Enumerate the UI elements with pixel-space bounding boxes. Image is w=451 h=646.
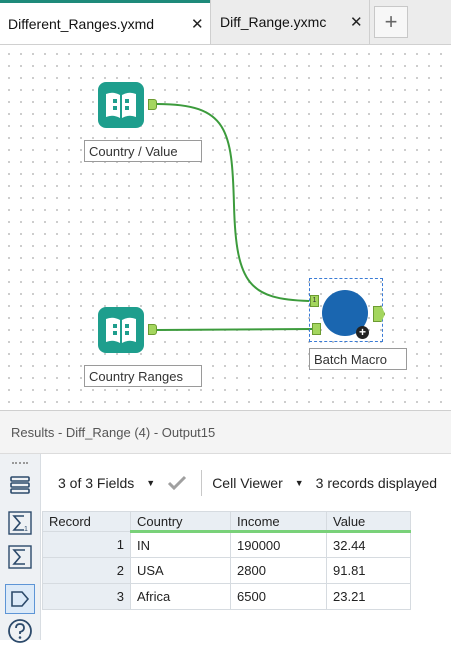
tool-label-country-value: Country / Value — [84, 140, 202, 162]
results-table: Record Country Income Value 1 IN 190000 … — [42, 511, 411, 610]
output-anchor[interactable] — [148, 324, 157, 335]
svg-text:1: 1 — [24, 526, 28, 533]
output-anchor[interactable] — [148, 99, 157, 110]
summarize-button[interactable]: 1 — [5, 508, 35, 538]
text-input-tool-country-ranges[interactable] — [98, 307, 144, 353]
column-header-value[interactable]: Value — [326, 511, 411, 533]
tab-bar: Different_Ranges.yxmd ✕ Diff_Range.yxmc … — [0, 0, 451, 45]
plus-icon: + — [384, 9, 398, 34]
close-icon[interactable]: ✕ — [350, 13, 363, 31]
configuration-button[interactable] — [5, 470, 35, 500]
column-header-country[interactable]: Country — [130, 511, 231, 533]
table-cell[interactable]: IN — [130, 531, 231, 558]
macro-input-anchor-2[interactable] — [312, 323, 321, 335]
question-icon — [8, 619, 32, 643]
table-row: 2 USA 2800 91.81 — [42, 557, 411, 584]
chevron-down-icon: ▼ — [146, 478, 156, 488]
output-tag-button[interactable] — [5, 584, 35, 614]
book-icon — [106, 92, 136, 118]
table-cell[interactable]: 32.44 — [326, 531, 411, 558]
table-cell[interactable]: USA — [130, 557, 231, 584]
table-cell[interactable]: 190000 — [230, 531, 327, 558]
tool-label-batch-macro: Batch Macro — [309, 348, 407, 370]
table-cell[interactable]: 23.21 — [326, 583, 411, 610]
macro-input-anchor-1[interactable]: 1 — [310, 295, 319, 307]
results-side-toolbar: 1 — [0, 454, 41, 643]
add-tab-button[interactable]: + — [374, 6, 408, 38]
close-icon[interactable]: ✕ — [191, 15, 204, 33]
help-button[interactable] — [5, 616, 35, 646]
table-cell[interactable]: 6500 — [230, 583, 327, 610]
toolbar-divider — [201, 470, 203, 496]
cell-viewer-label: Cell Viewer — [212, 475, 283, 491]
sigma-icon: 1 — [8, 511, 32, 535]
text-input-tool-country-value[interactable] — [98, 82, 144, 128]
results-header: Results - Diff_Range (4) - Output15 — [0, 410, 451, 454]
record-cell[interactable]: 3 — [42, 583, 131, 610]
tag-icon — [11, 591, 30, 607]
table-row: 3 Africa 6500 23.21 — [42, 583, 411, 610]
table-cell[interactable]: 91.81 — [326, 557, 411, 584]
connector-line — [156, 328, 313, 331]
connector-line — [156, 103, 310, 302]
fields-dropdown[interactable]: 3 of 3 Fields ▼ — [58, 475, 155, 491]
tool-label-country-ranges: Country Ranges — [84, 365, 202, 387]
cell-viewer-dropdown[interactable]: Cell Viewer ▼ — [212, 475, 303, 491]
sigma-icon — [8, 545, 32, 569]
record-cell[interactable]: 2 — [42, 557, 131, 584]
results-toolbar: 3 of 3 Fields ▼ Cell Viewer ▼ 3 records … — [42, 462, 451, 504]
workflow-canvas[interactable]: Country / Value Country Ranges 1 + Batch… — [0, 45, 451, 408]
table-header-row: Record Country Income Value — [42, 511, 411, 533]
grip-handle[interactable] — [12, 462, 28, 467]
results-title: Results - Diff_Range (4) - Output15 — [11, 424, 216, 440]
book-icon — [106, 317, 136, 343]
fields-label: 3 of 3 Fields — [58, 475, 135, 491]
tab-label: Different_Ranges.yxmd — [8, 15, 155, 32]
column-header-income[interactable]: Income — [230, 511, 327, 533]
checkmark-icon[interactable] — [167, 475, 187, 491]
plus-icon: + — [356, 326, 369, 339]
sigma-button[interactable] — [5, 542, 35, 572]
record-cell[interactable]: 1 — [42, 531, 131, 558]
table-cell[interactable]: Africa — [130, 583, 231, 610]
tab-diff-range[interactable]: Diff_Range.yxmc ✕ — [210, 0, 370, 44]
table-cell[interactable]: 2800 — [230, 557, 327, 584]
column-header-record[interactable]: Record — [42, 511, 131, 532]
table-rows-icon — [10, 476, 30, 494]
tab-label: Diff_Range.yxmc — [220, 14, 327, 30]
records-count: 3 records displayed — [315, 475, 438, 491]
chevron-down-icon: ▼ — [294, 478, 304, 488]
tab-different-ranges[interactable]: Different_Ranges.yxmd ✕ — [0, 0, 210, 44]
table-row: 1 IN 190000 32.44 — [42, 531, 411, 558]
